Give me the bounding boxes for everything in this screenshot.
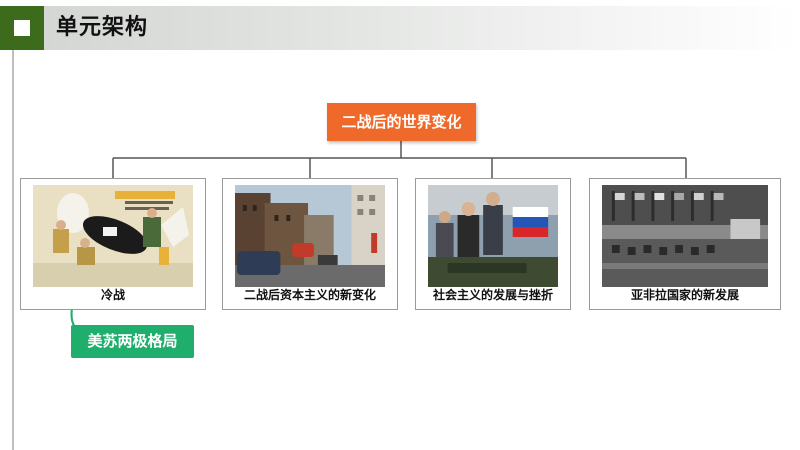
topic-card-capitalism: 二战后资本主义的新变化 xyxy=(222,178,398,310)
tank-rally-photo xyxy=(428,185,558,287)
root-topic: 二战后的世界变化 xyxy=(327,103,476,141)
card-label: 社会主义的发展与挫折 xyxy=(432,288,553,302)
topic-card-socialism: 社会主义的发展与挫折 xyxy=(415,178,571,310)
city-street-photo xyxy=(235,185,385,287)
card-label: 二战后资本主义的新变化 xyxy=(243,288,376,302)
topic-card-developing-nations: 亚非拉国家的新发展 xyxy=(589,178,781,310)
card-label: 冷战 xyxy=(100,288,125,302)
header-badge xyxy=(0,6,44,50)
page-title: 单元架构 xyxy=(56,15,149,40)
sub-topic-tag: 美苏两极格局 xyxy=(71,325,194,358)
card-label: 亚非拉国家的新发展 xyxy=(630,288,739,302)
slide-header: 单元架构 xyxy=(0,6,800,50)
square-bullet-icon xyxy=(14,20,30,36)
conference-hall-photo xyxy=(602,185,768,287)
cold-war-cartoon-photo xyxy=(33,185,193,287)
side-divider xyxy=(12,50,14,450)
topic-card-cold-war: 冷战 xyxy=(20,178,206,310)
